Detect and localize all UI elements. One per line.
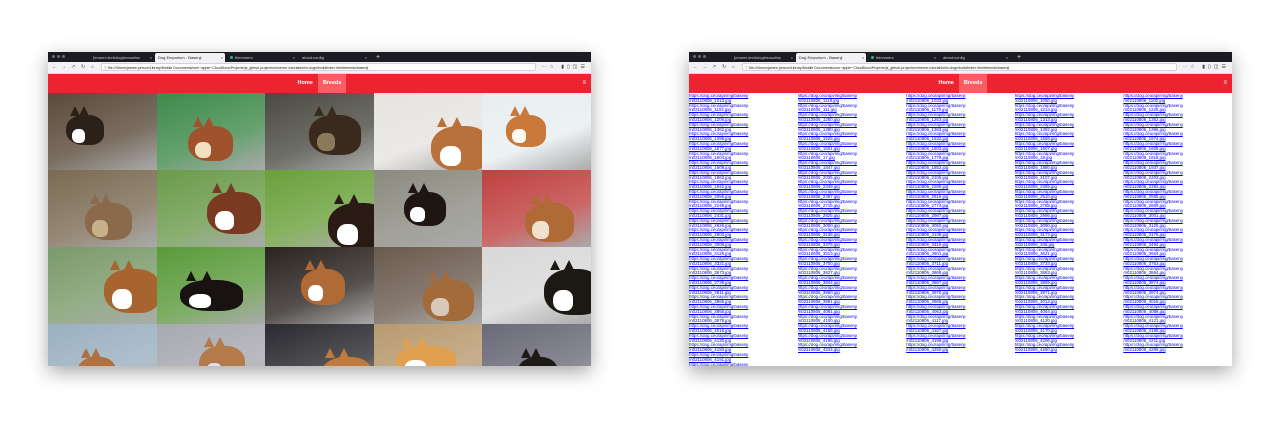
dog-photo [265,247,374,324]
tab-strip: [mnwer-techologiesoocfwc × Dog Emporium -… [48,52,591,62]
link-column: https://dog.ceo/api/img/basenji/n0211080… [689,94,798,366]
hamburger-menu-icon[interactable]: ≡ [1223,74,1227,93]
new-tab-button[interactable]: + [1014,53,1024,62]
tab-mnwer[interactable]: [mnwer-techologiesoocfwc × [731,53,795,62]
favicon-icon [230,56,233,60]
forward-icon[interactable]: → [61,63,66,72]
image-link[interactable]: /n02110806_4250.jpg [906,348,1015,353]
tab-dog-emporium[interactable]: Dog Emporium - Basenji × [796,53,866,62]
dog-photo [48,170,157,247]
browser-window-links: [mnwer-techologiesoocfwc × Dog Emporium -… [689,52,1232,366]
tab-label: about:config [302,55,324,60]
reload-icon[interactable]: ↻ [81,63,85,72]
tab-thinnmers[interactable]: thinnmers × [868,53,938,62]
toolbar-icons[interactable]: ⋯☆ ▮▯◫☰ [1182,63,1229,72]
window-controls[interactable] [52,55,65,58]
image-link[interactable]: /n02110806_4299.jpg [1123,348,1232,353]
tab-dog-emporium[interactable]: Dog Emporium - Basenji × [155,53,225,62]
page-info-icon: ⓘ [745,66,749,70]
close-icon[interactable]: × [862,53,864,62]
nav-breeds-link[interactable]: Breeds [958,74,988,93]
dog-photo [482,324,591,366]
link-column: https://dog.ceo/api/img/basenji/n0211080… [906,94,1015,366]
link-column: https://dog.ceo/api/img/basenji/n0211080… [1123,94,1232,366]
back-icon[interactable]: ← [693,63,698,72]
site-navbar: Home Breeds ≡ [48,74,591,93]
close-icon[interactable]: × [150,53,152,62]
dog-photo [156,93,266,170]
tools-icon[interactable]: ↗ [712,63,716,72]
hamburger-menu-icon[interactable]: ≡ [582,74,586,93]
address-bar[interactable]: ⓘ file:///Users/james-person/Library/Mobi… [101,63,536,71]
image-link[interactable]: /n02110806_4244.jpg [798,348,907,353]
address-bar[interactable]: ⓘ file:///Users/james-person/Library/Mobi… [742,63,1177,71]
back-icon[interactable]: ← [52,63,57,72]
image-link-list: https://dog.ceo/api/img/basenji/n0211080… [689,93,1232,366]
url-text: file:///Users/james-person/Library/Mobil… [108,66,369,70]
site-navbar: Home Breeds ≡ [689,74,1232,93]
tab-strip: [mnwer-techologiesoocfwc × Dog Emporium -… [689,52,1232,62]
dog-photo [373,247,483,324]
tab-label: [mnwer-techologiesoocfwc [93,55,141,60]
dog-photo [265,324,374,366]
tab-label: Dog Emporium - Basenji [799,55,843,60]
nav-home-link[interactable]: Home [293,74,318,93]
tab-thinnmers[interactable]: thinnmers × [227,53,297,62]
home-icon[interactable]: ⌂ [732,63,735,72]
url-text: file:///Users/james-person/Library/Mobil… [749,66,1010,70]
browser-window-gallery: [mnwer-techologiesoocfwc × Dog Emporium -… [48,52,591,366]
reload-icon[interactable]: ↻ [722,63,726,72]
new-tab-button[interactable]: + [373,53,383,62]
tab-mnwer[interactable]: [mnwer-techologiesoocfwc × [90,53,154,62]
dog-photo [265,170,374,247]
nav-home-link[interactable]: Home [934,74,959,93]
toolbar-icons[interactable]: ⋯☆ ▮▯◫☰ [541,63,588,72]
dog-photo [482,170,591,247]
dog-photo [48,247,157,324]
image-link[interactable]: https://dog.ceo/api/img/basenji [689,363,798,366]
navigation-toolbar: ← → ↗ ↻ ⌂ ⓘ file:///Users/james-person/Li… [48,62,591,74]
tools-icon[interactable]: ↗ [71,63,75,72]
link-column: https://dog.ceo/api/img/basenji/n0211080… [798,94,907,366]
dog-photo-grid [48,93,591,366]
tab-label: [mnwer-techologiesoocfwc [734,55,782,60]
page-info-icon: ⓘ [104,66,108,70]
window-controls[interactable] [693,55,706,58]
home-icon[interactable]: ⌂ [91,63,94,72]
close-icon[interactable]: × [221,53,223,62]
close-icon[interactable]: × [934,53,936,62]
dog-photo [156,324,266,366]
tab-about-config[interactable]: about:config × [299,53,369,62]
dog-photo [156,247,266,324]
close-icon[interactable]: × [791,53,793,62]
close-icon[interactable]: × [1006,53,1008,62]
dog-photo [482,247,591,324]
nav-breeds-link[interactable]: Breeds [317,74,347,93]
dog-photo [373,93,483,170]
tab-label: about:config [943,55,965,60]
tab-label: thinnmers [876,55,894,60]
dog-photo [156,170,266,247]
close-icon[interactable]: × [365,53,367,62]
favicon-icon [871,56,874,60]
forward-icon[interactable]: → [702,63,707,72]
tab-label: Dog Emporium - Basenji [158,55,202,60]
link-column: https://dog.ceo/api/img/basenji/n0211080… [1015,94,1124,366]
dog-photo [373,324,483,366]
dog-photo [48,93,157,170]
dog-photo [373,170,483,247]
dog-photo [265,93,374,170]
tab-about-config[interactable]: about:config × [940,53,1010,62]
image-link[interactable]: /n02110806_4260.jpg [1015,348,1124,353]
tab-label: thinnmers [235,55,253,60]
dog-photo [48,324,157,366]
dog-photo [482,93,591,170]
close-icon[interactable]: × [293,53,295,62]
navigation-toolbar: ← → ↗ ↻ ⌂ ⓘ file:///Users/james-person/Li… [689,62,1232,74]
